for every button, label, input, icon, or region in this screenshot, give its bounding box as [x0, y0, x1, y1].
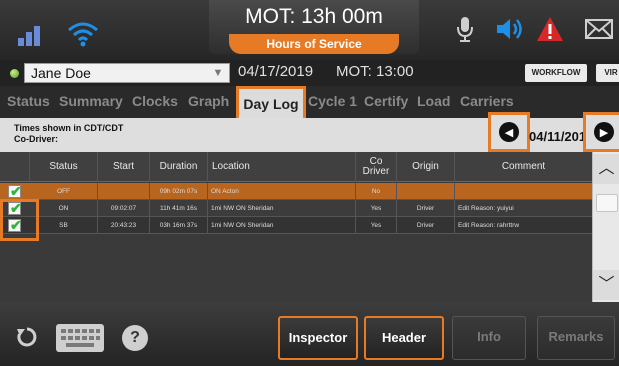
table-header: Status Start Duration Location Co Driver…: [0, 152, 592, 182]
driver-select[interactable]: Jane Doe ▼: [24, 63, 230, 83]
inspector-button[interactable]: Inspector: [278, 316, 358, 360]
tab-summary[interactable]: Summary: [59, 93, 123, 109]
tab-carriers[interactable]: Carriers: [460, 93, 514, 109]
tab-certify[interactable]: Certify: [364, 93, 408, 109]
header-button[interactable]: Header: [364, 316, 444, 360]
cell-co-driver: No: [356, 183, 397, 200]
next-day-button[interactable]: ▶: [583, 112, 619, 152]
mot-panel: MOT: 13h 00m Hours of Service: [209, 0, 419, 54]
checkbox-highlight: [0, 199, 39, 241]
keyboard-icon[interactable]: [56, 324, 104, 352]
alert-icon[interactable]: [536, 14, 564, 44]
column-header-duration: Duration: [150, 152, 208, 182]
times-shown-text: Times shown in CDT/CDT: [14, 123, 124, 133]
cell-start: [98, 183, 150, 200]
help-icon[interactable]: ?: [122, 325, 148, 351]
table-row[interactable]: ✔ ON 09:02:07 11h 41m 16s 1mi NW ON Sher…: [0, 200, 592, 217]
mail-icon[interactable]: [584, 14, 614, 44]
day-log-table: Status Start Duration Location Co Driver…: [0, 152, 592, 302]
column-header-co-driver: Co Driver: [356, 152, 397, 182]
cell-origin: [397, 183, 455, 200]
cell-co-driver: Yes: [356, 200, 397, 217]
signal-strength-icon: [18, 22, 48, 46]
workflow-button[interactable]: WORKFLOW: [525, 64, 587, 82]
hours-of-service-tab[interactable]: Hours of Service: [229, 34, 399, 54]
tab-status[interactable]: Status: [7, 93, 50, 109]
column-header-comment: Comment: [501, 161, 546, 172]
cell-location: ON Acton: [208, 183, 356, 200]
chevron-right-icon: ▶: [594, 122, 614, 142]
cell-duration: 03h 16m 37s: [150, 217, 208, 234]
tab-clocks[interactable]: Clocks: [132, 93, 178, 109]
cell-start: 09:02:07: [98, 200, 150, 217]
chevron-down-icon[interactable]: ﹀: [593, 270, 619, 300]
cell-comment: Edit Reason: yuiyui: [458, 205, 514, 212]
table-row[interactable]: ✔ SB 20:43:23 03h 16m 37s 1mi NW ON Sher…: [0, 217, 592, 234]
refresh-icon[interactable]: [16, 326, 38, 348]
driver-status-indicator: [10, 69, 19, 78]
vir-button[interactable]: VIR: [596, 64, 619, 82]
tab-cycle-1[interactable]: Cycle 1: [308, 93, 357, 109]
select-column-header: [0, 152, 30, 182]
cell-location: 1mi NW ON Sheridan: [208, 217, 356, 234]
cell-duration: 09h 02m 07s: [150, 183, 208, 200]
checkmark-icon: ✔: [10, 183, 22, 199]
timezone-info: Times shown in CDT/CDT Co-Driver:: [14, 123, 123, 145]
column-header-status: Status: [30, 152, 98, 182]
cell-origin: Driver: [397, 217, 455, 234]
cell-start: 20:43:23: [98, 217, 150, 234]
cell-co-driver: Yes: [356, 217, 397, 234]
previous-day-button[interactable]: ◀: [488, 112, 530, 152]
table-row[interactable]: ✔ OFF 09h 02m 07s ON Acton No: [0, 183, 592, 200]
row-checkbox[interactable]: ✔: [8, 183, 22, 199]
driver-name: Jane Doe: [31, 65, 91, 81]
cell-status: OFF: [30, 183, 98, 200]
info-button[interactable]: Info: [452, 316, 526, 360]
scroll-thumb[interactable]: [596, 194, 618, 212]
cell-duration: 11h 41m 16s: [150, 200, 208, 217]
cell-status: ON: [30, 200, 98, 217]
column-header-origin: Origin: [397, 152, 455, 182]
chevron-left-icon: ◀: [499, 122, 519, 142]
cell-origin: Driver: [397, 200, 455, 217]
hos-app-window: MOT: 13h 00m Hours of Service Jane Doe ▼…: [0, 0, 619, 366]
driver-row: Jane Doe ▼ 04/17/2019 MOT: 13:00 WORKFLO…: [0, 60, 619, 86]
speaker-icon[interactable]: [494, 14, 524, 44]
current-date: 04/17/2019: [238, 63, 314, 80]
mot-time: MOT: 13:00: [336, 63, 414, 80]
column-header-location: Location: [208, 152, 356, 182]
chevron-down-icon[interactable]: ▼: [211, 66, 225, 80]
microphone-icon[interactable]: [455, 14, 475, 44]
co-driver-text: Co-Driver:: [14, 134, 59, 144]
cell-location: 1mi NW ON Sheridan: [208, 200, 356, 217]
tab-load[interactable]: Load: [417, 93, 450, 109]
mot-title: MOT: 13h 00m: [245, 5, 383, 28]
tab-graph[interactable]: Graph: [188, 93, 229, 109]
chevron-up-icon[interactable]: ︿: [593, 154, 619, 184]
table-scrollbar[interactable]: ︿ ﹀: [592, 152, 619, 302]
cell-comment: Edit Reason: rahrttrw: [458, 222, 520, 229]
wifi-icon: [68, 22, 98, 47]
cell-status: SB: [30, 217, 98, 234]
cell-comment: [455, 183, 592, 200]
bottom-toolbar: ? Inspector Header Info Remarks: [0, 302, 619, 366]
remarks-button[interactable]: Remarks: [537, 316, 615, 360]
top-status-bar: MOT: 13h 00m Hours of Service: [0, 0, 619, 60]
column-header-start: Start: [98, 152, 150, 182]
